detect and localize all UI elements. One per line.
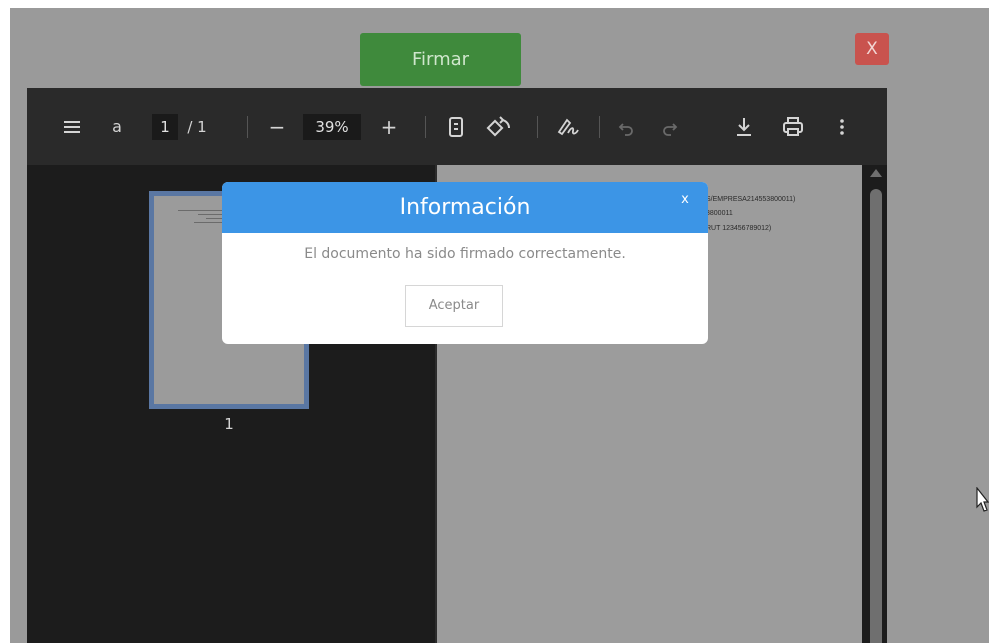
- zoom-in-button[interactable]: +: [377, 114, 401, 140]
- current-page-input[interactable]: 1: [152, 114, 178, 140]
- sign-button[interactable]: Firmar: [360, 33, 521, 86]
- toolbar-separator: [537, 116, 538, 138]
- document-text-line: S/EMPRESA214553800011): [706, 196, 796, 203]
- redo-icon[interactable]: [659, 114, 681, 140]
- accept-button[interactable]: Aceptar: [405, 285, 503, 327]
- download-icon[interactable]: [733, 114, 755, 140]
- document-text-line: RUT 123456789012): [706, 225, 772, 232]
- draw-icon[interactable]: [555, 114, 581, 140]
- mouse-cursor-icon: [976, 486, 989, 519]
- dialog-close-button[interactable]: x: [676, 190, 694, 210]
- pdf-toolbar: a 1 / 1 − 39% +: [27, 88, 887, 165]
- print-icon[interactable]: [781, 114, 805, 140]
- pdf-viewer: a 1 / 1 − 39% + 1 S/EMPRESA214553800011)…: [27, 88, 887, 643]
- close-viewer-button[interactable]: X: [855, 33, 889, 65]
- document-text-line: 3800011: [706, 210, 733, 217]
- dialog-message: El documento ha sido firmado correctamen…: [304, 246, 626, 262]
- text-tool-button[interactable]: a: [109, 114, 125, 140]
- undo-icon[interactable]: [615, 114, 637, 140]
- fit-page-icon[interactable]: [445, 114, 467, 140]
- toolbar-separator: [599, 116, 600, 138]
- dialog-title: Información: [399, 195, 531, 220]
- scrollbar-thumb[interactable]: [870, 189, 882, 643]
- rotate-icon[interactable]: [485, 114, 513, 140]
- toolbar-separator: [247, 116, 248, 138]
- thumbnail-page-number: 1: [224, 415, 234, 433]
- zoom-out-button[interactable]: −: [265, 114, 289, 140]
- vertical-scrollbar[interactable]: [865, 165, 887, 643]
- information-dialog: Información x El documento ha sido firma…: [222, 182, 708, 344]
- menu-icon[interactable]: [61, 114, 83, 140]
- page-total: / 1: [187, 118, 207, 136]
- toolbar-separator: [425, 116, 426, 138]
- scroll-up-arrow-icon[interactable]: [870, 169, 882, 177]
- zoom-level-input[interactable]: 39%: [303, 114, 361, 140]
- more-icon[interactable]: [835, 114, 849, 140]
